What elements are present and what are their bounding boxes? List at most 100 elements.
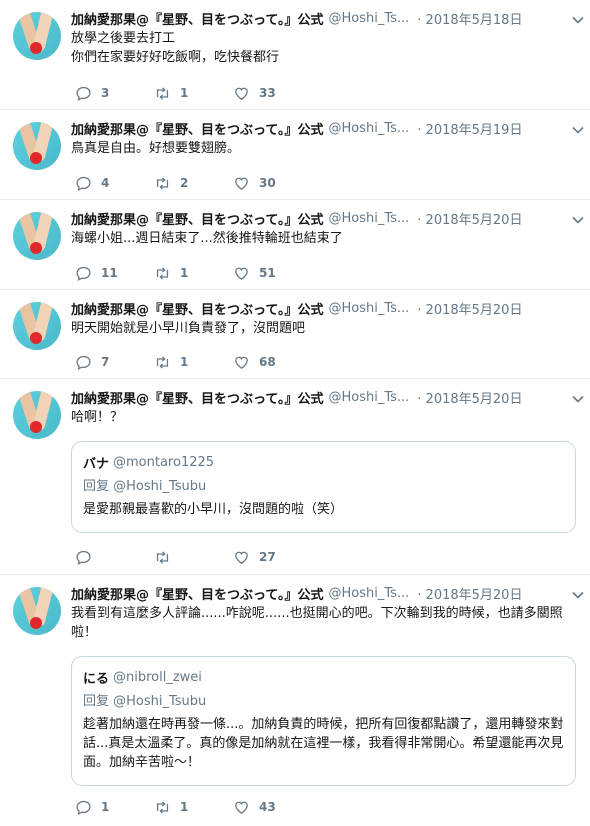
chevron-down-icon[interactable] (570, 391, 586, 407)
display-name[interactable]: 加納愛那果@『星野、目をつぶって。』公式 (71, 584, 323, 603)
reply-count: 4 (101, 176, 110, 190)
reply-count: 7 (101, 355, 110, 369)
quoted-tweet[interactable]: にる @nibroll_zwei 回复 @Hoshi_Tsubu 趁著加納還在時… (71, 656, 576, 786)
reply-icon (76, 86, 91, 101)
display-name[interactable]: 加納愛那果@『星野、目をつぶって。』公式 (71, 299, 323, 318)
tweet-text: 放學之後要去打工 你們在家要好好吃飯啊，吃快餐都行 (71, 31, 280, 65)
display-name[interactable]: 加納愛那果@『星野、目をつぶって。』公式 (71, 9, 323, 28)
retweet-button[interactable] (154, 549, 233, 566)
heart-icon (235, 801, 248, 814)
heart-icon (235, 356, 248, 369)
chevron-down-icon[interactable] (570, 122, 586, 138)
display-name[interactable]: 加納愛那果@『星野、目をつぶって。』公式 (71, 119, 323, 138)
like-count: 68 (259, 355, 276, 369)
tweet-date[interactable]: · 2018年5月20日 (417, 299, 522, 318)
tweet-date[interactable]: · 2018年5月20日 (417, 584, 522, 603)
tweet[interactable]: 加納愛那果@『星野、目をつぶって。』公式 @Hoshi_Ts... · 2018… (0, 200, 590, 290)
reply-icon (76, 176, 91, 191)
tweet-text: 我看到有這麼多人評論......咋說呢......也挺開心的吧。下次輪到我的時候… (71, 606, 563, 640)
reply-context[interactable]: 回复 @Hoshi_Tsubu (83, 690, 564, 709)
retweet-icon (156, 550, 169, 564)
reply-icon (76, 266, 91, 281)
like-count: 30 (259, 176, 276, 190)
chevron-down-icon[interactable] (570, 12, 586, 28)
reply-count: 1 (101, 800, 110, 814)
like-count: 33 (259, 86, 276, 100)
tweet[interactable]: 加納愛那果@『星野、目をつぶって。』公式 @Hoshi_Ts... · 2018… (0, 575, 590, 826)
heart-icon (235, 177, 248, 190)
avatar[interactable] (13, 212, 61, 260)
like-count: 43 (259, 800, 276, 814)
tweet-date[interactable]: · 2018年5月19日 (417, 119, 522, 138)
tweet-date[interactable]: · 2018年5月20日 (417, 388, 522, 407)
user-handle[interactable]: @Hoshi_Ts... (328, 11, 409, 26)
avatar[interactable] (13, 122, 61, 170)
chevron-down-icon[interactable] (570, 587, 586, 603)
quoted-tweet[interactable]: バナ @montaro1225 回复 @Hoshi_Tsubu 是愛那親最喜歡的… (71, 441, 576, 533)
user-handle[interactable]: @Hoshi_Ts... (328, 390, 409, 405)
avatar[interactable] (13, 391, 61, 439)
reply-context[interactable]: 回复 @Hoshi_Tsubu (83, 475, 564, 494)
user-handle[interactable]: @Hoshi_Ts... (328, 211, 409, 226)
tweet-actions: 3 1 33 (75, 83, 312, 103)
like-count: 51 (259, 266, 276, 280)
reply-button[interactable]: 4 (75, 175, 154, 192)
retweet-count: 1 (180, 266, 189, 280)
tweet-actions: 7 1 68 (75, 352, 312, 372)
tweet-date[interactable]: · 2018年5月20日 (417, 209, 522, 228)
like-button[interactable]: 27 (233, 549, 312, 566)
user-handle[interactable]: @Hoshi_Ts... (328, 586, 409, 601)
quoted-user-handle[interactable]: @montaro1225 (113, 455, 214, 470)
heart-icon (235, 551, 248, 564)
display-name[interactable]: 加納愛那果@『星野、目をつぶって。』公式 (71, 209, 323, 228)
avatar[interactable] (13, 587, 61, 635)
chevron-down-icon[interactable] (570, 212, 586, 228)
tweet[interactable]: 加納愛那果@『星野、目をつぶって。』公式 @Hoshi_Ts... · 2018… (0, 290, 590, 379)
retweet-button[interactable]: 1 (154, 85, 233, 102)
reply-count: 3 (101, 86, 110, 100)
reply-button[interactable] (75, 549, 154, 566)
retweet-icon (156, 800, 169, 814)
tweet-text: 鳥真是自由。好想要雙翅膀。 (71, 141, 241, 156)
reply-button[interactable]: 3 (75, 85, 154, 102)
tweet[interactable]: 加納愛那果@『星野、目をつぶって。』公式 @Hoshi_Ts... · 2018… (0, 0, 590, 110)
reply-icon (76, 550, 91, 565)
reply-button[interactable]: 1 (75, 799, 154, 816)
quoted-user-handle[interactable]: @nibroll_zwei (113, 670, 202, 685)
retweet-icon (156, 86, 169, 100)
retweet-count: 1 (180, 86, 189, 100)
reply-button[interactable]: 7 (75, 354, 154, 371)
quoted-text: 趁著加納還在時再發一條...。加納負責的時候，把所有回復都點讚了，還用轉發來對話… (83, 717, 564, 770)
display-name[interactable]: 加納愛那果@『星野、目をつぶって。』公式 (71, 388, 323, 407)
like-button[interactable]: 33 (233, 85, 312, 102)
tweet-text: 哈啊！？ (71, 410, 124, 425)
avatar[interactable] (13, 12, 61, 60)
avatar[interactable] (13, 302, 61, 350)
retweet-button[interactable]: 1 (154, 354, 233, 371)
tweet-text: 明天開始就是小早川負責發了，沒問題吧 (71, 321, 306, 336)
quoted-display-name[interactable]: バナ (83, 453, 109, 472)
retweet-button[interactable]: 2 (154, 175, 233, 192)
reply-icon (76, 355, 91, 370)
like-button[interactable]: 51 (233, 265, 312, 282)
tweet[interactable]: 加納愛那果@『星野、目をつぶって。』公式 @Hoshi_Ts... · 2018… (0, 110, 590, 200)
like-button[interactable]: 68 (233, 354, 312, 371)
like-button[interactable]: 43 (233, 799, 312, 816)
heart-icon (235, 87, 248, 100)
retweet-count: 1 (180, 800, 189, 814)
like-button[interactable]: 30 (233, 175, 312, 192)
retweet-button[interactable]: 1 (154, 799, 233, 816)
user-handle[interactable]: @Hoshi_Ts... (328, 121, 409, 136)
retweet-button[interactable]: 1 (154, 265, 233, 282)
tweet-actions: 11 1 51 (75, 263, 312, 283)
tweet-feed: 加納愛那果@『星野、目をつぶって。』公式 @Hoshi_Ts... · 2018… (0, 0, 590, 826)
user-handle[interactable]: @Hoshi_Ts... (328, 301, 409, 316)
tweet-actions: 4 2 30 (75, 173, 312, 193)
heart-icon (235, 267, 248, 280)
retweet-count: 1 (180, 355, 189, 369)
tweet-date[interactable]: · 2018年5月18日 (417, 9, 522, 28)
quoted-display-name[interactable]: にる (83, 668, 109, 687)
reply-button[interactable]: 11 (75, 265, 154, 282)
tweet[interactable]: 加納愛那果@『星野、目をつぶって。』公式 @Hoshi_Ts... · 2018… (0, 379, 590, 575)
retweet-icon (156, 176, 169, 190)
